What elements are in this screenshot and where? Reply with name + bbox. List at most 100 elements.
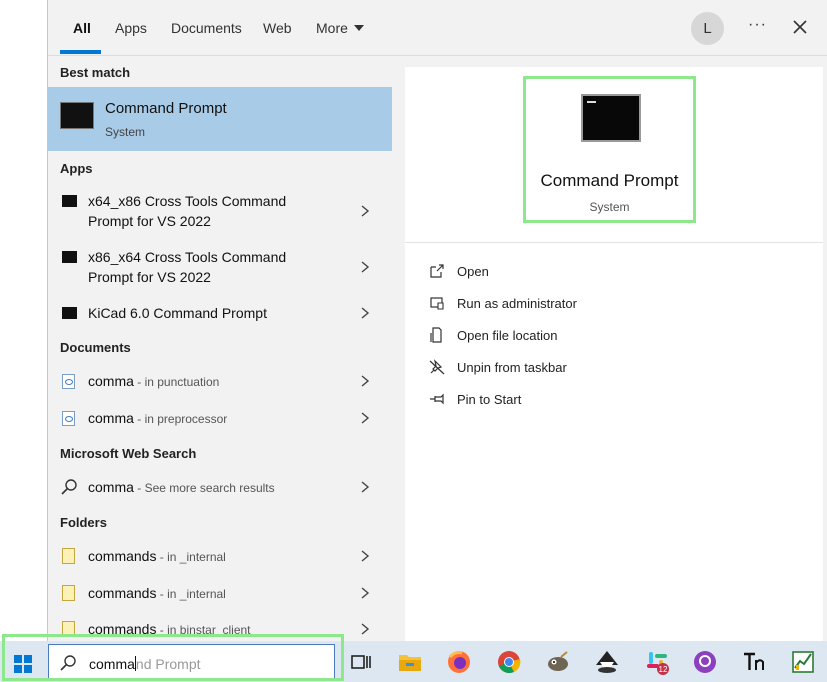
results-list: Best match Command Prompt System Apps x6… xyxy=(48,56,392,641)
action-run-as-admin-label: Run as administrator xyxy=(457,296,577,311)
unpin-icon xyxy=(429,359,445,375)
tab-bar: All Apps Documents Web More L ··· xyxy=(48,0,827,56)
terminal-icon xyxy=(62,251,77,263)
folder-title: commands - in _internal xyxy=(88,583,226,604)
action-run-as-admin[interactable]: Run as administrator xyxy=(429,292,729,316)
web-search-title: comma - See more search results xyxy=(88,477,275,498)
open-icon xyxy=(430,264,444,278)
preview-title: Command Prompt xyxy=(540,171,679,190)
web-search-term: comma xyxy=(88,479,134,495)
active-tab-indicator xyxy=(60,50,101,54)
tab-more[interactable]: More xyxy=(316,20,364,36)
chrome-icon[interactable] xyxy=(496,649,522,675)
list-item-app[interactable]: x64_x86 Cross Tools Command Prompt for V… xyxy=(48,189,392,237)
pin-icon xyxy=(430,393,444,405)
action-open-label: Open xyxy=(457,264,489,279)
app-title: KiCad 6.0 Command Prompt xyxy=(88,305,267,321)
chevron-right-icon[interactable] xyxy=(358,204,372,218)
action-open[interactable]: Open xyxy=(429,260,729,284)
action-unpin-taskbar-label: Unpin from taskbar xyxy=(457,360,567,375)
document-name: comma xyxy=(88,373,134,389)
chevron-right-icon[interactable] xyxy=(358,622,372,636)
firefox-icon[interactable] xyxy=(446,649,472,675)
chevron-right-icon[interactable] xyxy=(358,586,372,600)
tab-all[interactable]: All xyxy=(73,20,91,36)
list-item-app[interactable]: x86_x64 Cross Tools Command Prompt for V… xyxy=(48,245,392,293)
folder-location: - in _internal xyxy=(156,587,226,601)
folder-location: - in _internal xyxy=(156,550,226,564)
section-documents: Documents xyxy=(60,340,131,355)
preview-pane: Command Prompt System Open Run as admini… xyxy=(405,67,823,641)
spreadsheet-icon[interactable] xyxy=(790,649,816,675)
chevron-right-icon[interactable] xyxy=(358,549,372,563)
github-desktop-icon[interactable] xyxy=(692,649,718,675)
start-search-panel: All Apps Documents Web More L ··· Best m… xyxy=(47,0,827,641)
section-folders: Folders xyxy=(60,515,107,530)
task-view-icon[interactable] xyxy=(349,649,375,675)
inkscape-icon[interactable] xyxy=(594,649,620,675)
app-title-line1: x64_x86 Cross Tools Command xyxy=(88,193,287,209)
document-title: comma - in punctuation xyxy=(88,371,219,392)
document-icon xyxy=(62,411,75,426)
file-location-icon xyxy=(430,327,442,343)
terminal-icon xyxy=(60,102,94,129)
web-search-hint: - See more search results xyxy=(133,481,275,495)
best-match-subtitle: System xyxy=(105,125,146,139)
app-title-line2: Prompt for VS 2022 xyxy=(88,269,211,285)
chevron-right-icon[interactable] xyxy=(358,480,372,494)
more-options-button[interactable]: ··· xyxy=(748,16,767,34)
list-item-document[interactable]: comma - in preprocessor xyxy=(48,406,392,430)
list-item-app[interactable]: KiCad 6.0 Command Prompt xyxy=(48,301,392,325)
shield-icon xyxy=(430,297,444,310)
tab-apps[interactable]: Apps xyxy=(115,20,147,36)
preview-header: Command Prompt System xyxy=(523,76,696,223)
search-highlight-outline xyxy=(2,634,344,681)
notification-badge: 12 xyxy=(659,665,668,674)
terminal-icon xyxy=(62,195,77,207)
action-pin-to-start-label: Pin to Start xyxy=(457,392,522,407)
terminal-icon xyxy=(581,94,641,142)
folder-icon xyxy=(62,548,75,564)
chevron-down-icon xyxy=(353,25,364,31)
action-open-file-location[interactable]: Open file location xyxy=(429,324,729,348)
chevron-right-icon[interactable] xyxy=(358,260,372,274)
preview-subtitle: System xyxy=(589,200,630,214)
avatar[interactable]: L xyxy=(691,12,724,45)
typora-icon[interactable] xyxy=(741,649,767,675)
document-name: comma xyxy=(88,410,134,426)
chevron-right-icon[interactable] xyxy=(358,374,372,388)
action-unpin-taskbar[interactable]: Unpin from taskbar xyxy=(429,356,729,380)
document-location: - in preprocessor xyxy=(133,412,228,426)
tab-web[interactable]: Web xyxy=(263,20,292,36)
action-pin-to-start[interactable]: Pin to Start xyxy=(429,388,729,412)
chevron-right-icon[interactable] xyxy=(358,306,372,320)
folder-name: commands xyxy=(88,585,157,601)
action-open-file-location-label: Open file location xyxy=(457,328,558,343)
document-location: - in punctuation xyxy=(133,375,220,389)
tab-more-label: More xyxy=(316,20,348,36)
terminal-icon xyxy=(62,307,77,319)
list-item-folder[interactable]: commands - in _internal xyxy=(48,581,392,605)
gimp-icon[interactable] xyxy=(545,649,571,675)
best-match-title: Command Prompt xyxy=(105,100,227,117)
desktop-background xyxy=(0,0,48,640)
section-web-search: Microsoft Web Search xyxy=(60,446,197,461)
search-icon xyxy=(61,479,77,495)
document-title: comma - in preprocessor xyxy=(88,408,227,429)
tab-documents[interactable]: Documents xyxy=(171,20,242,36)
best-match-item[interactable]: Command Prompt System xyxy=(48,87,392,151)
folder-title: commands - in _internal xyxy=(88,546,226,567)
document-icon xyxy=(62,374,75,389)
list-item-folder[interactable]: commands - in _internal xyxy=(48,544,392,568)
app-title-line2: Prompt for VS 2022 xyxy=(88,213,211,229)
divider xyxy=(405,242,823,243)
close-icon[interactable] xyxy=(790,17,810,37)
file-explorer-icon[interactable] xyxy=(397,649,423,675)
chevron-right-icon[interactable] xyxy=(358,411,372,425)
section-best-match: Best match xyxy=(60,65,131,80)
list-item-web-search[interactable]: comma - See more search results xyxy=(48,475,392,499)
slack-icon[interactable]: 12 xyxy=(644,649,670,675)
folder-icon xyxy=(62,585,75,601)
folder-name: commands xyxy=(88,548,157,564)
list-item-document[interactable]: comma - in punctuation xyxy=(48,369,392,393)
